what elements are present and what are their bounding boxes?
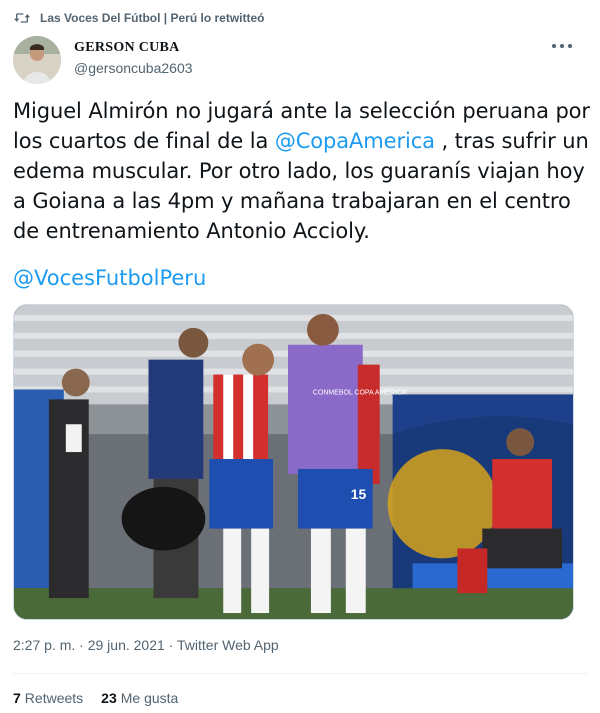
likes-count: 23 [101, 690, 117, 706]
retweet-text: Las Voces Del Fútbol | Perú lo retwitteó [40, 11, 265, 25]
retweet-context[interactable]: Las Voces Del Fútbol | Perú lo retwitteó [14, 8, 265, 28]
tweet-text: Miguel Almirón no jugará ante la selecci… [13, 96, 590, 246]
tweet-meta: 2:27 p. m. · 29 jun. 2021 · Twitter Web … [13, 637, 279, 653]
tweet-line-3: edema muscular. Por otro lado, los guara… [13, 159, 585, 183]
mention-copaamerica[interactable]: @CopaAmerica [275, 129, 435, 153]
tweet-line-5: de entrenamiento Antonio Accioly. [13, 219, 370, 243]
tweet-line-4: a Goiana a las 4pm y mañana trabajaran e… [13, 189, 571, 213]
more-options-icon[interactable] [552, 40, 572, 52]
retweets-label: Retweets [24, 690, 84, 706]
tweet-time[interactable]: 2:27 p. m. [13, 637, 75, 653]
divider [13, 673, 587, 674]
shorts-number: 15 [351, 486, 367, 502]
tweet-date[interactable]: 29 jun. 2021 [88, 637, 165, 653]
tweet-line-1: Miguel Almirón no jugará ante la selecci… [13, 99, 590, 123]
author-block[interactable]: GERSON CUBA @gersoncuba2603 [74, 40, 193, 76]
mention-vocesfutbolperu[interactable]: @VocesFutbolPeru [13, 263, 206, 293]
meta-separator-1: · [79, 637, 84, 653]
retweets-count: 7 [13, 690, 21, 706]
tweet-line-2: los cuartos de final de la @CopaAmerica … [13, 129, 589, 153]
retweet-icon [14, 11, 30, 25]
tweet-photo[interactable]: CONMEBOL COPA AMERICA 15 [13, 304, 574, 620]
tweet-source[interactable]: Twitter Web App [177, 637, 279, 653]
meta-separator-2: · [168, 637, 174, 653]
likes-label: Me gusta [120, 690, 179, 706]
likes-stat[interactable]: 23 Me gusta [101, 690, 178, 706]
author-handle[interactable]: @gersoncuba2603 [74, 60, 193, 76]
author-name[interactable]: GERSON CUBA [74, 40, 193, 56]
tweet-stats: 7 Retweets 23 Me gusta [13, 690, 178, 706]
retweets-stat[interactable]: 7 Retweets [13, 690, 83, 706]
avatar[interactable] [13, 36, 61, 84]
bib-text: CONMEBOL COPA AMERICA [313, 389, 407, 396]
